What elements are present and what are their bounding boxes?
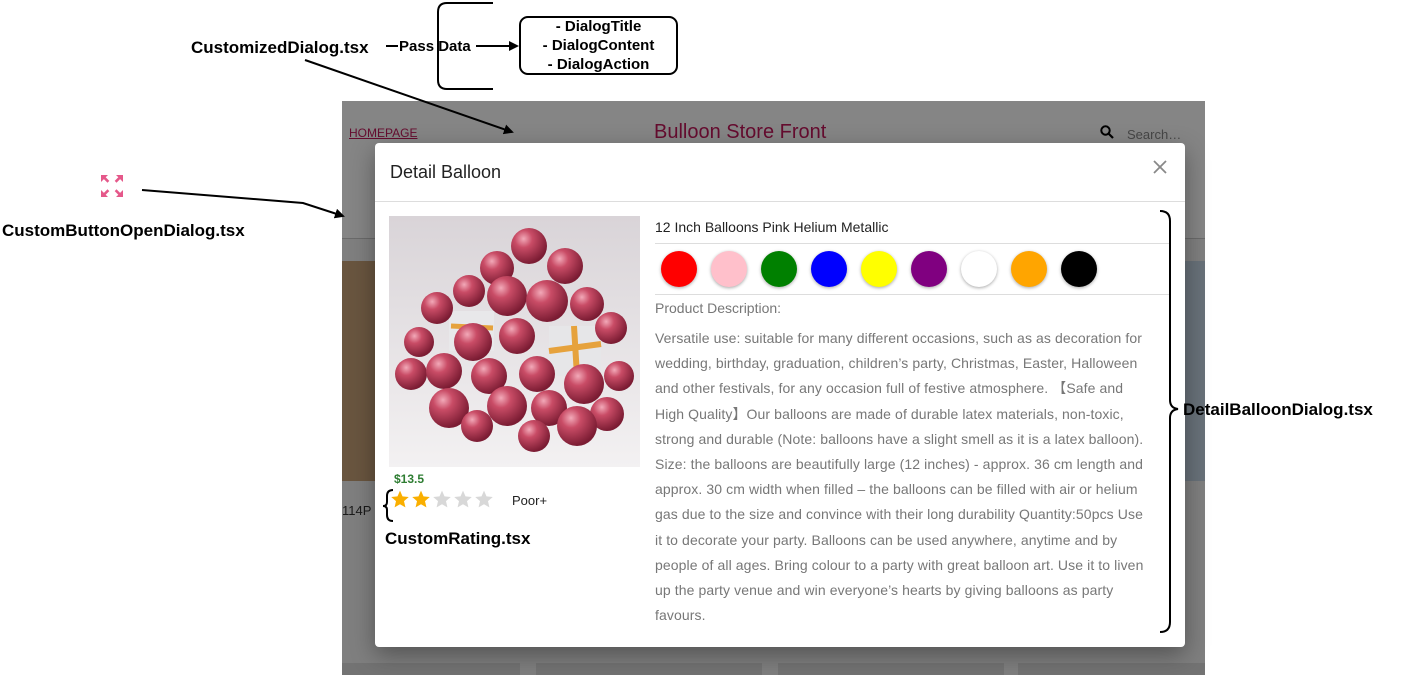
star-empty-icon[interactable]: [453, 489, 473, 509]
description-line: wedding, birthday, graduation, children’…: [655, 355, 1138, 372]
dialog-title: Detail Balloon: [390, 162, 502, 182]
divider: [655, 243, 1169, 244]
description-line: High Quality】Our balloons are made of du…: [655, 405, 1124, 422]
color-swatch[interactable]: [661, 251, 697, 287]
dialog-part-content: - DialogContent: [542, 37, 655, 54]
color-swatch[interactable]: [761, 251, 797, 287]
dialog-divider: [375, 201, 1185, 202]
custom-rating-label: CustomRating.tsx: [385, 529, 531, 548]
description-line: people of all ages. Bring colour to a pa…: [655, 556, 1144, 573]
color-swatch[interactable]: [961, 251, 997, 287]
color-swatch[interactable]: [911, 251, 947, 287]
close-icon[interactable]: [1151, 158, 1169, 176]
description-line: and other festivals, for any occasion fu…: [655, 380, 1124, 397]
product-description: Versatile use: suitable for many differe…: [655, 326, 1171, 628]
detail-balloon-dialog: Detail Balloon $13.5 Poor+ 12 Inch Ballo…: [375, 143, 1185, 647]
expand-icon[interactable]: [100, 174, 124, 198]
description-line: Size: the balloons are beautifully large…: [655, 456, 1144, 473]
price-label: $13.5: [394, 472, 425, 486]
star-empty-icon[interactable]: [432, 489, 452, 509]
description-label: Product Description:: [655, 300, 782, 316]
custom-button-open-dialog-label: CustomButtonOpenDialog.tsx: [2, 221, 245, 240]
description-line: up the party venue and win everyone’s he…: [655, 582, 1114, 599]
dialog-parts-box: - DialogTitle - DialogContent - DialogAc…: [519, 16, 678, 75]
dialog-part-action: - DialogAction: [547, 56, 650, 73]
color-swatch[interactable]: [811, 251, 847, 287]
color-swatch[interactable]: [861, 251, 897, 287]
rating-label: Poor+: [512, 493, 548, 508]
divider: [655, 294, 1169, 295]
color-swatch[interactable]: [1061, 251, 1097, 287]
description-line: gas due to the size and convince with th…: [655, 506, 1143, 523]
product-image: [389, 216, 640, 467]
star-filled-icon[interactable]: [390, 489, 410, 509]
color-swatch[interactable]: [1011, 251, 1047, 287]
detail-balloon-dialog-label: DetailBalloonDialog.tsx: [1183, 400, 1373, 419]
description-line: strong and durable (Note: balloons have …: [655, 430, 1144, 447]
customized-dialog-label: CustomizedDialog.tsx: [191, 38, 369, 57]
product-name: 12 Inch Balloons Pink Helium Metallic: [655, 219, 889, 235]
pass-data-label: Pass Data: [399, 38, 471, 55]
description-line: it to decorate your party. Balloons can …: [655, 531, 1118, 548]
color-swatches: [661, 251, 1097, 287]
description-line: Versatile use: suitable for many differe…: [655, 330, 1143, 346]
description-line: favours.: [655, 607, 706, 624]
color-swatch[interactable]: [711, 251, 747, 287]
custom-rating[interactable]: [390, 489, 494, 509]
star-filled-icon[interactable]: [411, 489, 431, 509]
star-empty-icon[interactable]: [474, 489, 494, 509]
dialog-part-title: - DialogTitle: [555, 18, 642, 35]
description-line: approx. 30 cm width when filled – the ba…: [655, 481, 1138, 498]
